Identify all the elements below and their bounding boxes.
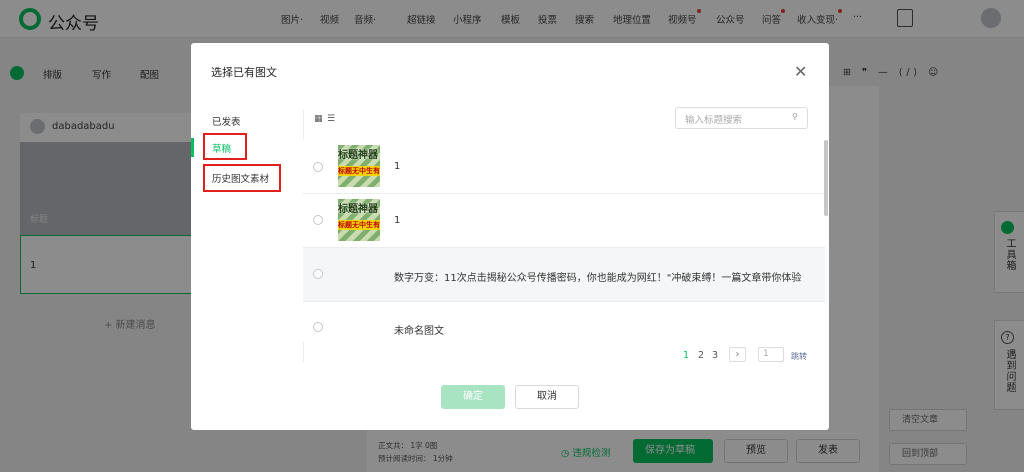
jump-button[interactable]: 跳转 xyxy=(791,351,807,362)
close-icon[interactable]: ✕ xyxy=(794,62,807,81)
article-thumbnail: 标题神器 标题无中生有 xyxy=(338,199,380,241)
row-title: 数字万变：11次点击揭秘公众号传播密码，你也能成为网红！"冲破束缚！一篇文章带你… xyxy=(394,273,802,282)
cancel-button[interactable]: 取消 xyxy=(515,385,579,409)
thumbnail-title: 标题神器 xyxy=(338,150,378,161)
confirm-button[interactable]: 确定 xyxy=(441,385,505,409)
thumbnail-subtitle: 标题无中生有 xyxy=(338,220,380,230)
list-item[interactable] xyxy=(303,140,825,194)
thumbnail-title: 标题神器 xyxy=(338,204,378,215)
grid-view-icon[interactable]: ▦ xyxy=(314,114,323,124)
article-thumbnail: 标题神器 标题无中生有 xyxy=(338,145,380,187)
dialog-title: 选择已有图文 xyxy=(211,66,277,79)
tab-published[interactable]: 已发表 xyxy=(212,114,241,128)
page-3[interactable]: 3 xyxy=(712,350,718,361)
list-view-icon[interactable]: ☰ xyxy=(327,114,335,124)
tab-drafts[interactable]: 草稿 xyxy=(212,141,231,155)
row-radio[interactable] xyxy=(313,215,323,225)
row-title: 未命名图文 xyxy=(394,326,444,337)
row-radio[interactable] xyxy=(313,269,323,279)
list-item[interactable] xyxy=(303,302,825,342)
page-2[interactable]: 2 xyxy=(698,350,704,361)
search-placeholder: 输入标题搜索 xyxy=(685,115,743,126)
page-1[interactable]: 1 xyxy=(683,350,689,361)
thumbnail-subtitle: 标题无中生有 xyxy=(338,166,380,176)
row-title-clip: 数字万变：11次点击揭秘公众号传播密码，你也能成为网红！"冲破束缚！一篇文章带你… xyxy=(394,269,826,282)
search-icon[interactable]: ⚲ xyxy=(792,112,798,121)
row-title: 1 xyxy=(394,215,401,226)
row-radio[interactable] xyxy=(313,162,323,172)
list-scrollbar[interactable] xyxy=(824,140,828,216)
tab-history-materials[interactable]: 历史图文素材 xyxy=(212,171,269,185)
page-jump-input[interactable]: 1 xyxy=(758,347,784,362)
next-page-button[interactable]: › xyxy=(729,347,746,362)
row-radio[interactable] xyxy=(313,322,323,332)
active-tab-indicator xyxy=(191,138,194,157)
row-title: 1 xyxy=(394,161,401,172)
list-item[interactable] xyxy=(303,194,825,248)
